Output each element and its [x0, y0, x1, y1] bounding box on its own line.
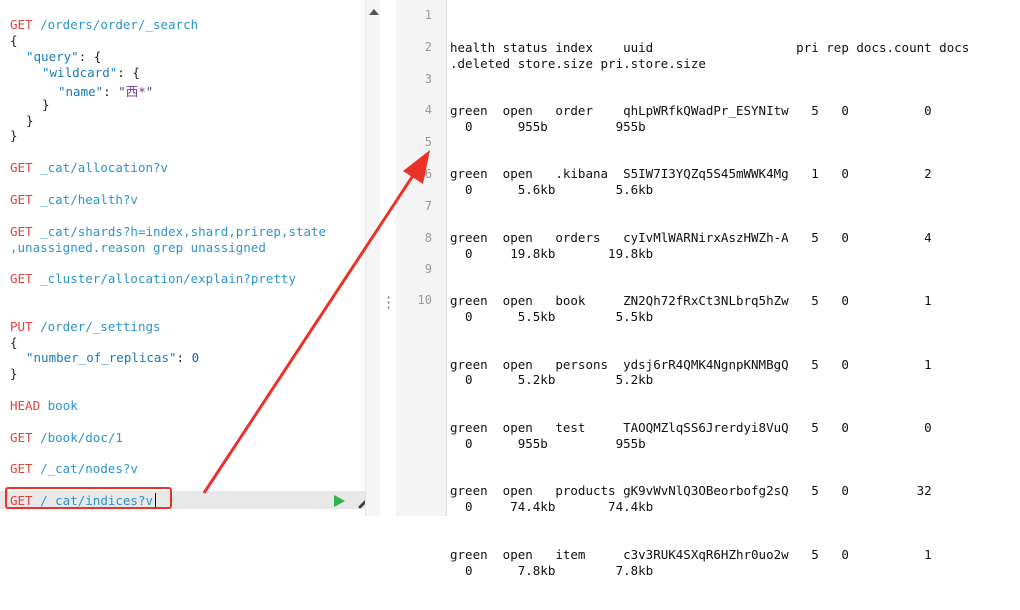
json-string: "西*" — [118, 84, 154, 99]
request-url: _cat/allocation?v — [40, 160, 169, 175]
editor-line-health[interactable]: GET _cat/health?v — [10, 192, 138, 207]
editor-line-6[interactable]: } — [42, 97, 50, 112]
request-url: /orders/order/_search — [40, 17, 199, 32]
editor-line-head-book[interactable]: HEAD book — [10, 398, 78, 413]
request-url: /book/doc/1 — [40, 430, 123, 445]
json-punct: : — [103, 84, 119, 99]
http-method: GET — [10, 224, 33, 239]
line-number: 1 — [424, 8, 432, 22]
http-method: PUT — [10, 319, 33, 334]
http-method: GET — [10, 160, 33, 175]
line-number: 7 — [424, 199, 432, 213]
editor-line-4[interactable]: "wildcard": { — [42, 65, 140, 80]
editor-line-replicas[interactable]: "number_of_replicas": 0 — [26, 350, 199, 365]
line-number: 4 — [424, 103, 432, 117]
line-number: 3 — [424, 72, 432, 86]
json-punct: : { — [78, 49, 102, 64]
line-number: 6 — [424, 167, 432, 181]
editor-line-8[interactable]: } — [10, 128, 18, 143]
json-key: "name" — [58, 84, 104, 99]
json-key: "number_of_replicas" — [26, 350, 177, 365]
json-key: "wildcard" — [42, 65, 118, 80]
http-method: GET — [10, 17, 33, 32]
request-url: book — [47, 398, 78, 413]
line-number: 5 — [424, 135, 432, 149]
line-number: 9 — [424, 262, 432, 276]
annotation-highlight-box — [5, 487, 172, 509]
editor-line-brace-open[interactable]: { — [10, 335, 18, 350]
editor-line-5[interactable]: "name": "西*" — [58, 81, 153, 100]
request-url: /order/_settings — [40, 319, 161, 334]
response-row: green open persons ydsj6rR4QMK4NgnpKNMBg… — [450, 356, 932, 388]
json-key: "query" — [26, 49, 79, 64]
request-url: _cat/shards?h=index,shard,prirep,state — [40, 224, 327, 239]
response-row: green open item c3v3RUK4SXqR6HZhr0uo2w 5… — [450, 546, 932, 578]
editor-line-7[interactable]: } — [26, 113, 34, 128]
editor-line-brace-close[interactable]: } — [10, 366, 18, 381]
editor-line-1[interactable]: GET /orders/order/_search — [10, 17, 198, 32]
editor-line-nodes[interactable]: GET /_cat/nodes?v — [10, 461, 138, 476]
line-number: 2 — [424, 40, 432, 54]
request-url: /_cat/nodes?v — [40, 461, 138, 476]
scroll-up-icon[interactable] — [369, 9, 379, 15]
response-row: green open test TAOQMZlqSS6Jrerdyi8VuQ 5… — [450, 419, 932, 451]
editor-line-2[interactable]: { — [10, 33, 18, 48]
http-method: GET — [10, 430, 33, 445]
editor-line-shards[interactable]: GET _cat/shards?h=index,shard,prirep,sta… — [10, 224, 326, 239]
line-number: 10 — [417, 293, 432, 307]
editor-line-get-doc[interactable]: GET /book/doc/1 — [10, 430, 123, 445]
line-number-gutter: 1 2 3 4 5 6 7 8 9 10 — [396, 0, 447, 516]
request-editor[interactable]: GET /orders/order/_search { "query": { "… — [0, 0, 365, 516]
editor-line-allocation[interactable]: GET _cat/allocation?v — [10, 160, 168, 175]
response-pane[interactable]: 1 2 3 4 5 6 7 8 9 10 health status index… — [396, 0, 1020, 578]
json-punct: : — [176, 350, 192, 365]
request-url: _cluster/allocation/explain?pretty — [40, 271, 296, 286]
request-url: _cat/health?v — [40, 192, 138, 207]
vertical-dots-icon[interactable]: · · · — [385, 292, 392, 314]
response-output: health status index uuid pri rep docs.co… — [450, 8, 969, 610]
pane-resizer[interactable]: · · · — [380, 0, 396, 516]
play-icon[interactable] — [334, 495, 345, 507]
response-row: green open products gK9vWvNlQ3OBeorbofg2… — [450, 483, 932, 515]
editor-scrollbar[interactable] — [365, 0, 381, 516]
line-number: 8 — [424, 231, 432, 245]
http-method: GET — [10, 271, 33, 286]
response-row: health status index uuid pri rep docs.co… — [450, 39, 970, 71]
editor-line-3[interactable]: "query": { — [26, 49, 101, 64]
editor-line-shards-cont[interactable]: ,unassigned.reason grep unassigned — [10, 240, 266, 255]
response-row: green open .kibana S5IW7I3YQZq5S45mWWK4M… — [450, 166, 932, 198]
http-method: GET — [10, 461, 33, 476]
http-method: GET — [10, 192, 33, 207]
response-row: green open order qhLpWRfkQWadPr_ESYNItw … — [450, 103, 932, 134]
json-punct: : { — [117, 65, 140, 80]
response-row: green open orders cyIvMlWARNirxAszHWZh-A… — [450, 229, 932, 261]
editor-line-settings[interactable]: PUT /order/_settings — [10, 319, 161, 334]
http-method: HEAD — [10, 398, 41, 413]
editor-line-explain[interactable]: GET _cluster/allocation/explain?pretty — [10, 271, 296, 286]
response-row: green open book ZN2Qh72fRxCt3NLbrq5hZw 5… — [450, 293, 932, 325]
json-number: 0 — [191, 350, 200, 365]
